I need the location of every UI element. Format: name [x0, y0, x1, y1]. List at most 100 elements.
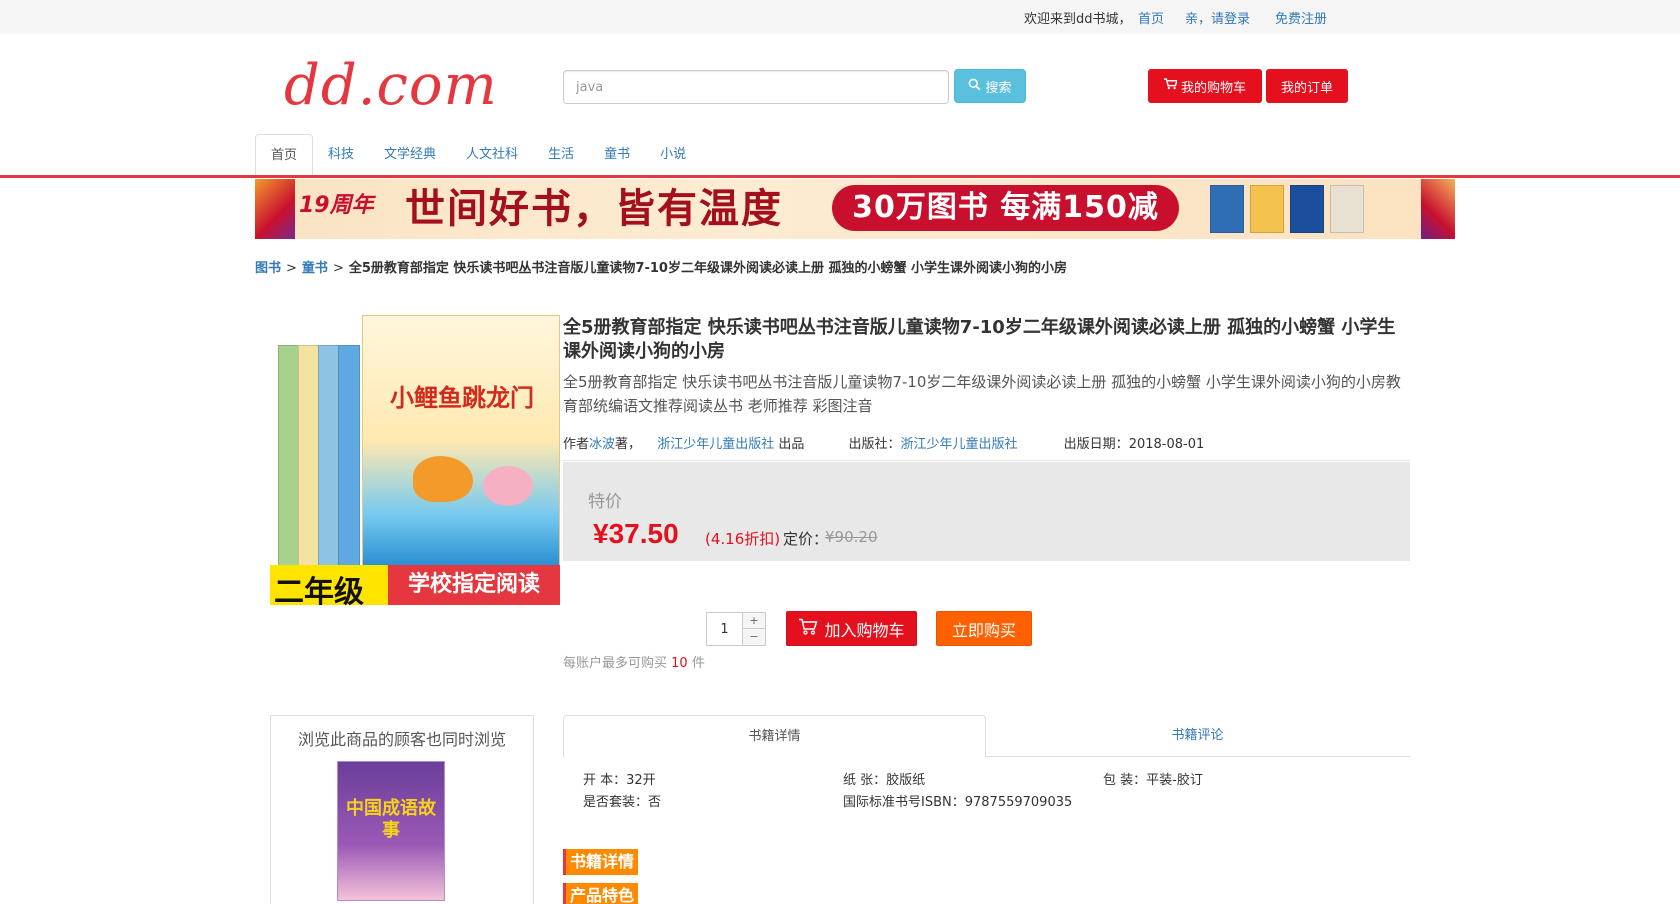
discount-rate: (4.16折扣) [705, 530, 781, 548]
fish-illustration [413, 456, 473, 502]
cover-badge-text: 学校指定阅读 [388, 565, 560, 605]
nav-item-home[interactable]: 首页 [255, 134, 314, 176]
spec-format: 开 本：32开 [583, 769, 656, 788]
add-to-cart-label: 加入购物车 [824, 620, 905, 640]
login-link[interactable]: 亲，请登录 [1185, 8, 1250, 27]
spec-set: 是否套装：否 [583, 791, 661, 810]
buy-now-button[interactable]: 立即购买 [936, 611, 1032, 646]
publish-date: 2018-08-01 [1128, 437, 1205, 452]
detail-tabs: 书籍详情 书籍评论 [563, 715, 1410, 758]
spec-format-label: 开 本： [583, 773, 627, 788]
banner-slogan: 世间好书，皆有温度 [405, 185, 783, 232]
product-title: 全5册教育部指定 快乐读书吧丛书注音版儿童读物7-10岁二年级课外阅读必读上册 … [563, 317, 1396, 362]
my-cart-button[interactable]: 我的购物车 [1148, 69, 1262, 103]
spec-set-label: 是否套装： [583, 795, 649, 810]
spec-paper: 纸 张：胶版纸 [843, 769, 925, 788]
banner-decoration-right [1421, 179, 1455, 239]
cart-icon [798, 618, 819, 639]
breadcrumb-books[interactable]: 图书 [255, 261, 281, 276]
publisher-link[interactable]: 浙江少年儿童出版社 [901, 437, 1018, 452]
spec-binding: 包 装：平装-胶订 [1103, 769, 1203, 788]
quantity-stepper[interactable]: + − [706, 612, 766, 646]
also-viewed-title: 浏览此商品的顾客也同时浏览 [297, 730, 506, 749]
author-label: 作者 [563, 437, 590, 452]
meta-divider [563, 460, 1410, 461]
banner-book-cover [1250, 185, 1284, 233]
search-icon [968, 78, 981, 95]
top-bar: 欢迎来到dd书城， 首页 亲，请登录 免费注册 [0, 0, 1680, 34]
product-cover-image[interactable]: 小鲤鱼跳龙门 二年级 学校指定阅读 [270, 315, 560, 610]
section-product-features: 产品特色 [563, 883, 639, 904]
breadcrumb: 图书 > 童书 > 全5册教育部指定 快乐读书吧丛书注音版儿童读物7-10岁二年级课外阅… [255, 261, 1067, 276]
also-viewed-book-title: 中国成语故事 [346, 798, 436, 841]
price-box: 特价 ¥37.50 (4.16折扣) 定价： ¥90.20 [563, 462, 1410, 561]
publisher-credit-link[interactable]: 浙江少年儿童出版社 [657, 437, 774, 452]
cart-button-label: 我的购物车 [1180, 80, 1246, 96]
banner-promo: 30万图书 每满150减50 [832, 185, 1179, 239]
special-price-label: 特价 [588, 492, 622, 512]
cover-badge-strip: 二年级 学校指定阅读 [270, 565, 560, 610]
quantity-input[interactable] [707, 613, 743, 645]
author-suffix: 著， [615, 437, 642, 452]
add-to-cart-button[interactable]: 加入购物车 [786, 611, 917, 646]
promo-banner[interactable]: 19周年 世间好书，皆有温度 30万图书 每满150减50 [255, 179, 1455, 239]
quantity-increase-button[interactable]: + [743, 613, 765, 629]
nav-item-humanities[interactable]: 人文社科 [451, 134, 533, 176]
banner-book-cover [1290, 185, 1324, 233]
spec-isbn-label: 国际标准书号ISBN： [843, 795, 965, 810]
tab-book-details[interactable]: 书籍详情 [563, 715, 986, 758]
product-meta: 作者冰波著， 浙江少年儿童出版社 出品 出版社：浙江少年儿童出版社 出版日期：2… [563, 433, 1409, 452]
publisher-label: 出版社： [848, 437, 901, 452]
cover-badge-grade: 二年级 [274, 575, 364, 610]
cover-front: 小鲤鱼跳龙门 [362, 315, 560, 567]
fish-illustration [483, 466, 533, 506]
cover-spine [318, 345, 340, 580]
current-price: ¥37.50 [593, 518, 679, 549]
cover-spine [338, 345, 360, 580]
nav-item-tech[interactable]: 科技 [313, 134, 369, 176]
search-input[interactable] [563, 70, 949, 104]
site-logo[interactable]: dd.com [284, 54, 498, 118]
product-subtitle: 全5册教育部指定 快乐读书吧丛书注音版儿童读物7-10岁二年级课外阅读必读上册 … [563, 373, 1401, 415]
also-viewed-book[interactable]: 中国成语故事 [337, 761, 445, 901]
banner-book-cover [1330, 185, 1364, 233]
home-link[interactable]: 首页 [1138, 8, 1164, 27]
spec-format-value: 32开 [626, 773, 656, 788]
publish-date-label: 出版日期： [1063, 437, 1129, 452]
banner-decoration-left [255, 179, 295, 239]
spec-binding-value: 平装-胶订 [1146, 773, 1203, 788]
banner-book-cover [1210, 185, 1244, 233]
banner-books [1210, 185, 1364, 233]
spec-isbn-value: 9787559709035 [964, 795, 1073, 810]
search-button[interactable]: 搜索 [954, 69, 1026, 103]
spec-isbn: 国际标准书号ISBN：9787559709035 [843, 791, 1072, 810]
spec-binding-label: 包 装： [1103, 773, 1147, 788]
breadcrumb-current: 全5册教育部指定 快乐读书吧丛书注音版儿童读物7-10岁二年级课外阅读必读上册 … [348, 261, 1067, 276]
list-price: ¥90.20 [825, 528, 878, 546]
limit-number: 10 [671, 656, 688, 671]
publisher-credit-suffix: 出品 [778, 437, 805, 452]
my-orders-button[interactable]: 我的订单 [1266, 69, 1348, 103]
cart-icon [1163, 78, 1178, 94]
nav-item-children[interactable]: 童书 [589, 134, 645, 176]
also-viewed-panel: 浏览此商品的顾客也同时浏览 中国成语故事 [270, 715, 534, 904]
breadcrumb-children[interactable]: 童书 [302, 261, 328, 276]
welcome-text: 欢迎来到dd书城， [1024, 12, 1132, 27]
cover-spine [278, 345, 300, 580]
register-link[interactable]: 免费注册 [1275, 8, 1327, 27]
cover-spine [298, 345, 320, 580]
section-book-details: 书籍详情 [563, 849, 639, 875]
category-nav: 首页 科技 文学经典 人文社科 生活 童书 小说 [255, 134, 701, 176]
cover-book-title: 小鲤鱼跳龙门 [390, 383, 534, 412]
nav-item-novels[interactable]: 小说 [645, 134, 701, 176]
tab-book-reviews[interactable]: 书籍评论 [986, 715, 1409, 757]
nav-divider [0, 175, 1680, 178]
list-price-label: 定价： [783, 530, 829, 548]
author-link[interactable]: 冰波 [589, 437, 615, 452]
nav-item-life[interactable]: 生活 [533, 134, 589, 176]
anniversary-badge: 19周年 [299, 193, 374, 218]
spec-set-value: 否 [648, 795, 662, 810]
nav-item-classics[interactable]: 文学经典 [369, 134, 451, 176]
limit-prefix: 每账户最多可购买 [563, 656, 668, 671]
quantity-decrease-button[interactable]: − [743, 629, 765, 645]
